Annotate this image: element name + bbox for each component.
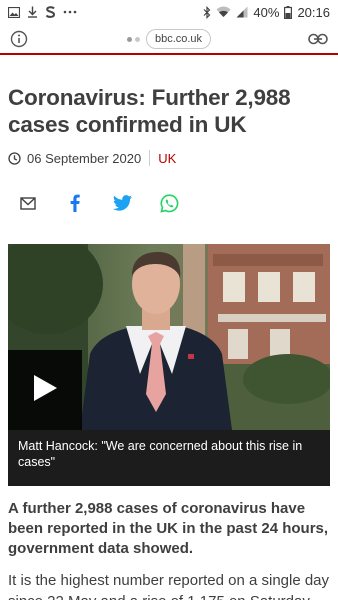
browser-toolbar: bbc.co.uk <box>0 24 338 54</box>
battery-icon <box>284 5 293 19</box>
status-bar: 40% 20:16 <box>0 0 338 24</box>
gallery-icon <box>8 6 20 18</box>
download-icon <box>27 6 38 18</box>
bluetooth-icon <box>203 5 211 19</box>
url-bar[interactable]: bbc.co.uk <box>145 29 212 49</box>
info-icon[interactable] <box>10 30 28 48</box>
whatsapp-icon[interactable] <box>159 193 179 213</box>
clock-time: 20:16 <box>297 4 330 20</box>
page-dot-active <box>126 36 132 42</box>
play-icon <box>32 374 58 407</box>
email-icon[interactable] <box>18 193 38 213</box>
article-headline: Coronavirus: Further 2,988 cases confirm… <box>8 85 291 137</box>
video-caption: Matt Hancock: "We are concerned about th… <box>8 430 330 486</box>
page-indicator-dots <box>126 36 140 42</box>
status-notifications <box>8 6 77 18</box>
facebook-icon[interactable] <box>65 193 85 213</box>
article-meta: 06 September 2020 UK <box>8 150 176 166</box>
article-date: 06 September 2020 <box>27 150 142 166</box>
twitter-icon[interactable] <box>112 193 132 213</box>
battery-percent: 40% <box>253 4 280 20</box>
video-player[interactable] <box>8 244 330 430</box>
share-bar <box>18 193 179 213</box>
wifi-icon <box>216 6 231 18</box>
clock-icon <box>8 151 21 165</box>
meta-separator <box>149 150 151 166</box>
section-link[interactable]: UK <box>158 151 176 166</box>
play-button[interactable] <box>8 350 82 430</box>
status-system: 40% 20:16 <box>203 5 330 20</box>
app-s-icon <box>45 6 56 18</box>
signal-icon <box>236 6 248 18</box>
more-notifications-icon <box>63 10 77 14</box>
link-icon[interactable] <box>308 33 328 45</box>
url-area: bbc.co.uk <box>0 24 338 54</box>
brand-divider <box>0 53 338 55</box>
page-dot <box>134 36 140 42</box>
article-intro: A further 2,988 cases of coronavirus hav… <box>8 500 329 557</box>
article-body-paragraph: It is the highest number reported on a s… <box>8 572 330 600</box>
